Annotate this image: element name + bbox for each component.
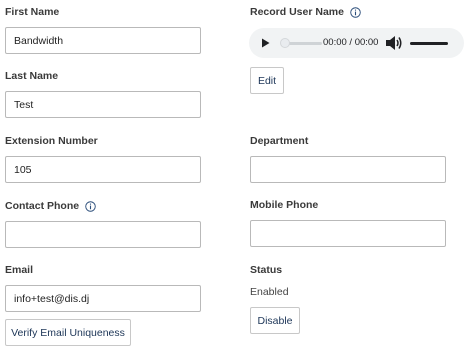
- info-icon[interactable]: [85, 200, 96, 212]
- extension-number-label: Extension Number: [5, 135, 98, 147]
- record-user-name-label-wrap: Record User Name: [250, 6, 361, 18]
- mobile-phone-input[interactable]: [250, 220, 446, 247]
- last-name-input[interactable]: Test: [5, 91, 201, 118]
- department-label: Department: [250, 135, 309, 147]
- email-label: Email: [5, 264, 34, 276]
- status-label: Status: [250, 264, 283, 276]
- extension-number-input[interactable]: 105: [5, 156, 201, 183]
- edit-button[interactable]: Edit: [250, 67, 284, 94]
- contact-phone-input[interactable]: [5, 221, 201, 248]
- verify-email-button[interactable]: Verify Email Uniqueness: [5, 319, 131, 346]
- play-icon[interactable]: [259, 37, 271, 49]
- last-name-label: Last Name: [5, 70, 59, 82]
- contact-phone-label-wrap: Contact Phone: [5, 200, 96, 212]
- mobile-phone-label: Mobile Phone: [250, 199, 319, 211]
- volume-icon[interactable]: [385, 35, 403, 51]
- contact-phone-label: Contact Phone: [5, 200, 80, 212]
- disable-button[interactable]: Disable: [250, 307, 300, 334]
- department-input[interactable]: [250, 156, 446, 183]
- first-name-label: First Name: [5, 6, 60, 18]
- audio-progress-knob[interactable]: [280, 38, 290, 48]
- email-input[interactable]: info+test@dis.dj: [5, 285, 201, 312]
- status-value: Enabled: [250, 286, 289, 298]
- volume-slider[interactable]: [410, 42, 448, 45]
- record-user-name-label: Record User Name: [250, 6, 344, 18]
- audio-time: 00:00 / 00:00: [323, 37, 379, 48]
- audio-player: 00:00 / 00:00: [249, 28, 464, 58]
- user-edit-form: First Name Bandwidth Last Name Test Exte…: [0, 0, 474, 352]
- first-name-input[interactable]: Bandwidth: [5, 27, 201, 54]
- info-icon[interactable]: [350, 6, 361, 18]
